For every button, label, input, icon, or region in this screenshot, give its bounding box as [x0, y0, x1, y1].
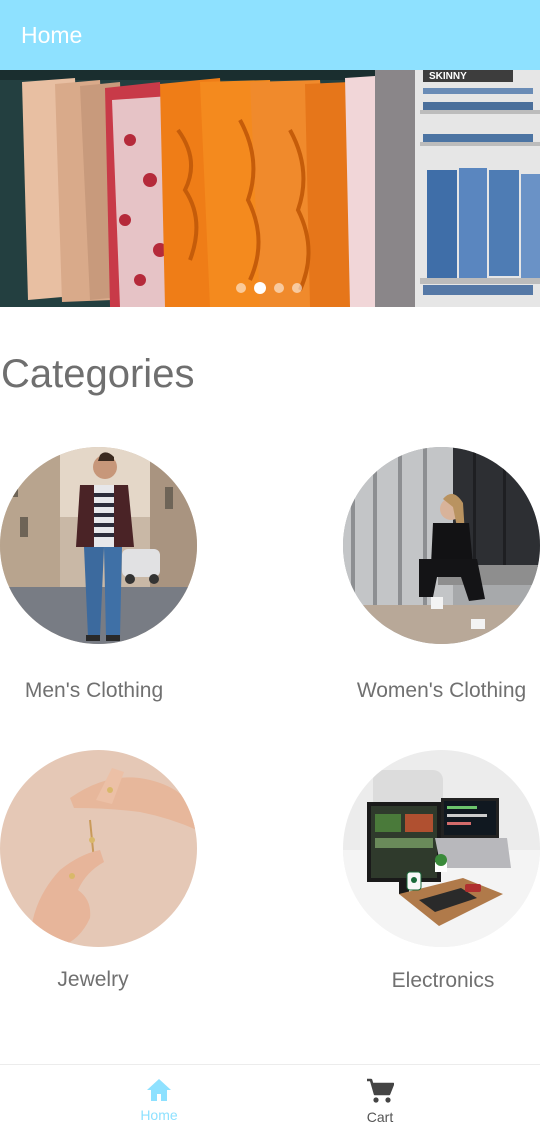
category-label[interactable]: Women's Clothing: [343, 679, 540, 703]
category-image-jewelry[interactable]: [0, 750, 197, 947]
category-label[interactable]: Men's Clothing: [0, 679, 188, 703]
hands-ring-photo: [0, 750, 197, 947]
home-icon: [147, 1079, 171, 1101]
banner-carousel[interactable]: SKINNY: [0, 70, 540, 307]
bottom-navigation: Home Cart: [0, 1064, 540, 1133]
carousel-slide-clothing-rack[interactable]: [0, 70, 375, 307]
nav-label-home: Home: [140, 1107, 178, 1123]
jeans-shelf-image: SKINNY: [375, 70, 540, 307]
carousel-dot[interactable]: [236, 283, 246, 293]
clothing-rack-image: [0, 70, 375, 307]
app-bar: Home: [0, 0, 540, 70]
cart-icon: [367, 1078, 394, 1103]
page-title: Home: [21, 21, 83, 48]
carousel-indicator: [236, 282, 302, 294]
svg-text:SKINNY: SKINNY: [429, 71, 467, 82]
nav-item-cart[interactable]: Cart: [300, 1065, 460, 1133]
desk-computer-photo: [343, 750, 540, 947]
woman-sitting-photo: [343, 447, 540, 644]
category-image-mens-clothing[interactable]: [0, 447, 197, 644]
carousel-dot-active[interactable]: [254, 282, 266, 294]
categories-heading: Categories: [1, 352, 195, 396]
man-walking-photo: [0, 447, 197, 644]
category-label[interactable]: Electronics: [343, 969, 540, 993]
category-image-electronics[interactable]: [343, 750, 540, 947]
carousel-dot[interactable]: [274, 283, 284, 293]
carousel-slide-jeans-shelf[interactable]: SKINNY: [375, 70, 540, 307]
category-label[interactable]: Jewelry: [0, 968, 186, 992]
nav-label-cart: Cart: [366, 1109, 394, 1125]
carousel-dot[interactable]: [292, 283, 302, 293]
nav-item-home[interactable]: Home: [79, 1065, 239, 1133]
category-image-womens-clothing[interactable]: [343, 447, 540, 644]
